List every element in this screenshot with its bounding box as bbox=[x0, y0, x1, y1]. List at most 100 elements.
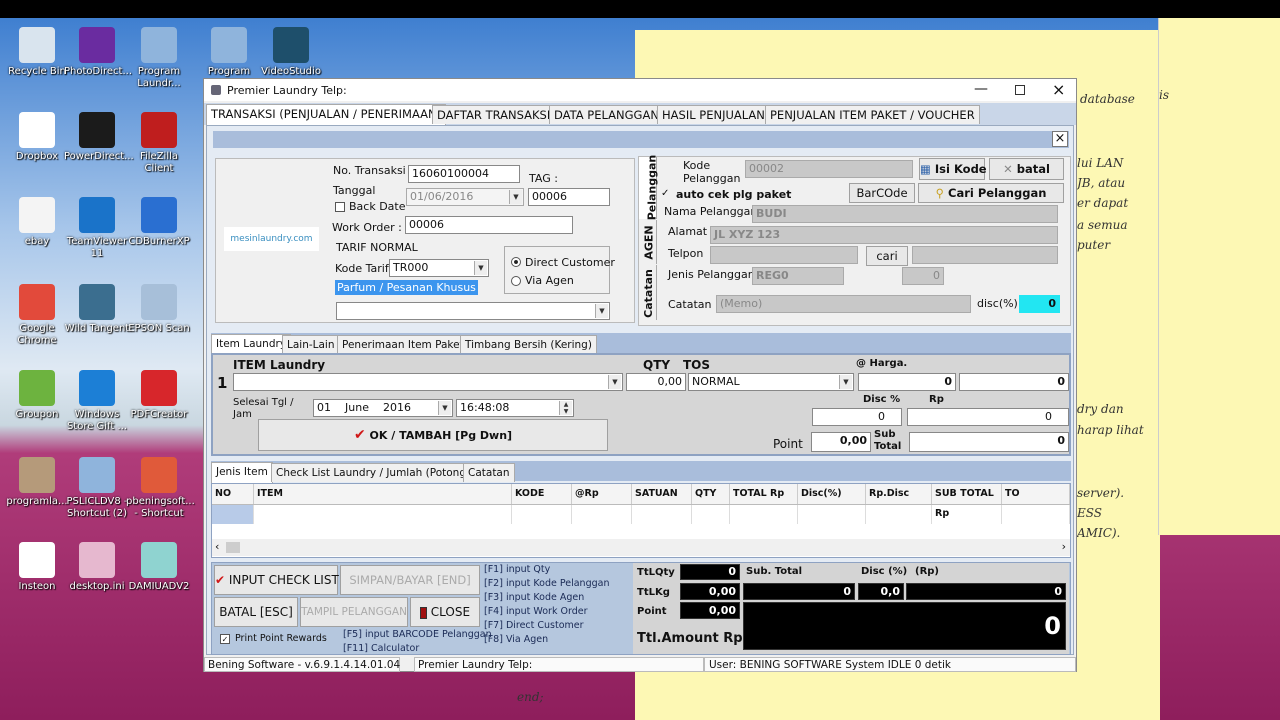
desktop-icon[interactable]: Windows Store Gift ... bbox=[64, 370, 130, 433]
desktop-icon[interactable]: PDFCreator bbox=[126, 370, 192, 421]
subtotal-field[interactable]: 0 bbox=[909, 432, 1069, 452]
grid-cell[interactable] bbox=[512, 505, 572, 524]
ok-tambah-button[interactable]: ✔ OK / TAMBAH [Pg Dwn] bbox=[258, 419, 608, 451]
close-button[interactable]: CLOSE bbox=[410, 597, 480, 627]
print-point-checkbox[interactable]: ✓ bbox=[220, 634, 230, 644]
grid-cell[interactable] bbox=[798, 505, 866, 524]
no-transaksi-field[interactable]: 16060100004 bbox=[408, 165, 520, 183]
desktop-icon[interactable]: Program bbox=[196, 27, 262, 78]
tab-transaksi[interactable]: TRANSAKSI (PENJUALAN / PENERIMAAN) bbox=[206, 104, 447, 125]
disc-pct-field[interactable]: 0 bbox=[812, 408, 902, 426]
tab-hasil-penjualan[interactable]: HASIL PENJUALAN bbox=[657, 105, 770, 124]
panel-close-button[interactable]: × bbox=[1052, 131, 1068, 147]
disc-field[interactable]: 0 bbox=[1019, 295, 1060, 313]
side-tab-agen[interactable]: AGEN bbox=[639, 220, 657, 264]
desktop-icon[interactable]: VideoStudio bbox=[258, 27, 324, 78]
desktop-icon[interactable]: FileZilla Client bbox=[126, 112, 192, 175]
spinner-icon[interactable]: ▲ ▼ bbox=[559, 401, 572, 415]
tab-data-pelanggan[interactable]: DATA PELANGGAN bbox=[549, 105, 664, 124]
grid-cell[interactable] bbox=[932, 505, 1002, 524]
barcode-button[interactable]: BarCOde bbox=[849, 183, 915, 203]
tab-catatan[interactable]: Catatan bbox=[463, 463, 515, 482]
column-header[interactable]: QTY bbox=[692, 484, 730, 504]
grid-cell[interactable] bbox=[212, 505, 254, 524]
tab-timbang-bersih[interactable]: Timbang Bersih (Kering) bbox=[460, 335, 597, 354]
column-header[interactable]: TOTAL Rp bbox=[730, 484, 798, 504]
column-header[interactable]: KODE bbox=[512, 484, 572, 504]
tab-check-list[interactable]: Check List Laundry / Jumlah (Potong) bbox=[271, 463, 476, 482]
grid-cell[interactable] bbox=[1002, 505, 1070, 524]
work-order-field[interactable]: 00006 bbox=[405, 216, 573, 234]
maximize-button[interactable] bbox=[1015, 85, 1025, 95]
kode-tarif-select[interactable]: TR000 ▼ bbox=[389, 259, 489, 277]
grid-cell[interactable] bbox=[730, 505, 798, 524]
jam-spinner[interactable]: 16:48:08 ▲ ▼ bbox=[456, 399, 574, 417]
desktop-icon[interactable]: CDBurnerXP bbox=[126, 197, 192, 248]
tab-penerimaan-item-paket[interactable]: Penerimaan Item Paket bbox=[337, 335, 469, 354]
desktop-icon[interactable]: pbeningsoft... - Shortcut bbox=[126, 457, 195, 520]
scroll-left-icon[interactable]: ‹ bbox=[215, 540, 219, 553]
telpon2-field[interactable] bbox=[912, 246, 1058, 264]
column-header[interactable]: Disc(%) bbox=[798, 484, 866, 504]
desktop-icon[interactable]: Google Chrome bbox=[4, 284, 70, 347]
point-field[interactable]: 0,00 bbox=[811, 432, 871, 452]
tos-select[interactable]: NORMAL ▼ bbox=[688, 373, 854, 391]
desktop-icon[interactable]: TeamViewer 11 bbox=[64, 197, 130, 260]
disc-rp-field[interactable]: 0 bbox=[907, 408, 1069, 426]
auto-cek-checkbox[interactable]: ✓ bbox=[661, 188, 669, 199]
batal-esc-button[interactable]: BATAL [ESC] bbox=[214, 597, 298, 627]
scroll-right-icon[interactable]: › bbox=[1062, 540, 1066, 553]
side-tab-pelanggan[interactable]: Pelanggan bbox=[639, 155, 658, 220]
desktop-icon[interactable]: PowerDirect... bbox=[64, 112, 134, 163]
telpon-field[interactable] bbox=[710, 246, 858, 264]
grid-cell[interactable] bbox=[572, 505, 632, 524]
column-header[interactable]: ITEM bbox=[254, 484, 512, 504]
desktop-icon[interactable]: programla... bbox=[4, 457, 70, 508]
tab-lain-lain[interactable]: Lain-Lain bbox=[282, 335, 340, 354]
side-tab-catatan[interactable]: Catatan bbox=[639, 265, 657, 320]
alamat-field[interactable]: JL XYZ 123 bbox=[710, 226, 1058, 244]
cari-pelanggan-button[interactable]: ⚲ Cari Pelanggan bbox=[918, 183, 1064, 203]
jenis-value-field[interactable]: 0 bbox=[902, 267, 944, 285]
back-date-checkbox[interactable] bbox=[335, 202, 345, 212]
desktop-icon[interactable]: PhotoDirect... bbox=[64, 27, 132, 78]
desktop-icon[interactable]: ebay bbox=[4, 197, 70, 248]
input-check-list-button[interactable]: ✔ INPUT CHECK LIST bbox=[214, 565, 339, 595]
scroll-thumb[interactable] bbox=[226, 542, 240, 553]
tab-daftar-transaksi[interactable]: DAFTAR TRANSAKSI bbox=[432, 105, 556, 124]
desktop-icon[interactable]: Insteon bbox=[4, 542, 70, 593]
cari-button[interactable]: cari bbox=[866, 246, 908, 266]
desktop-icon[interactable]: Program Laundr... bbox=[126, 27, 192, 90]
horizontal-scrollbar[interactable]: ‹ › bbox=[212, 539, 1070, 556]
tab-item-laundry[interactable]: Item Laundry bbox=[211, 334, 292, 355]
isi-kode-button[interactable]: ▦ Isi Kode bbox=[919, 158, 987, 180]
desktop-icon[interactable]: Dropbox bbox=[4, 112, 70, 163]
tanggal-picker[interactable]: 01/06/2016 ▼ bbox=[406, 188, 524, 206]
desktop-icon[interactable]: PSLICLDV8 - Shortcut (2) bbox=[64, 457, 130, 520]
desktop-icon[interactable]: Wild Tangent bbox=[64, 284, 130, 335]
column-header[interactable]: SUB TOTAL Rp bbox=[932, 484, 1002, 519]
column-header[interactable]: NO bbox=[212, 484, 254, 504]
via-agen-radio[interactable] bbox=[511, 276, 521, 286]
nama-field[interactable]: BUDI bbox=[752, 205, 1058, 223]
selesai-date-picker[interactable]: 01 June 2016 ▼ bbox=[313, 399, 453, 417]
qty-field[interactable]: 0,00 bbox=[626, 373, 686, 391]
simpan-bayar-button[interactable]: SIMPAN/BAYAR [END] bbox=[340, 565, 480, 595]
tampil-pelanggan-button[interactable]: TAMPIL PELANGGAN bbox=[300, 597, 408, 627]
grid-cell[interactable] bbox=[632, 505, 692, 524]
desktop-icon[interactable]: Recycle Bin bbox=[4, 27, 70, 78]
desktop-icon[interactable]: desktop.ini bbox=[64, 542, 130, 593]
column-header[interactable]: Rp.Disc bbox=[866, 484, 932, 504]
grid-cell[interactable] bbox=[866, 505, 932, 524]
desktop-icon[interactable]: Groupon bbox=[4, 370, 70, 421]
kode-pelanggan-field[interactable]: 00002 bbox=[745, 160, 913, 178]
desktop-icon[interactable]: EPSON Scan bbox=[126, 284, 192, 335]
tab-item-paket[interactable]: PENJUALAN ITEM PAKET / VOUCHER bbox=[765, 105, 980, 124]
batal-button[interactable]: ✕ batal bbox=[989, 158, 1064, 180]
column-header[interactable]: @Rp bbox=[572, 484, 632, 504]
column-header[interactable]: TO bbox=[1002, 484, 1070, 504]
parfum-select[interactable]: ▼ bbox=[336, 302, 610, 320]
grid-cell[interactable] bbox=[692, 505, 730, 524]
tag-field[interactable]: 00006 bbox=[528, 188, 610, 206]
catatan-field[interactable]: (Memo) bbox=[716, 295, 971, 313]
